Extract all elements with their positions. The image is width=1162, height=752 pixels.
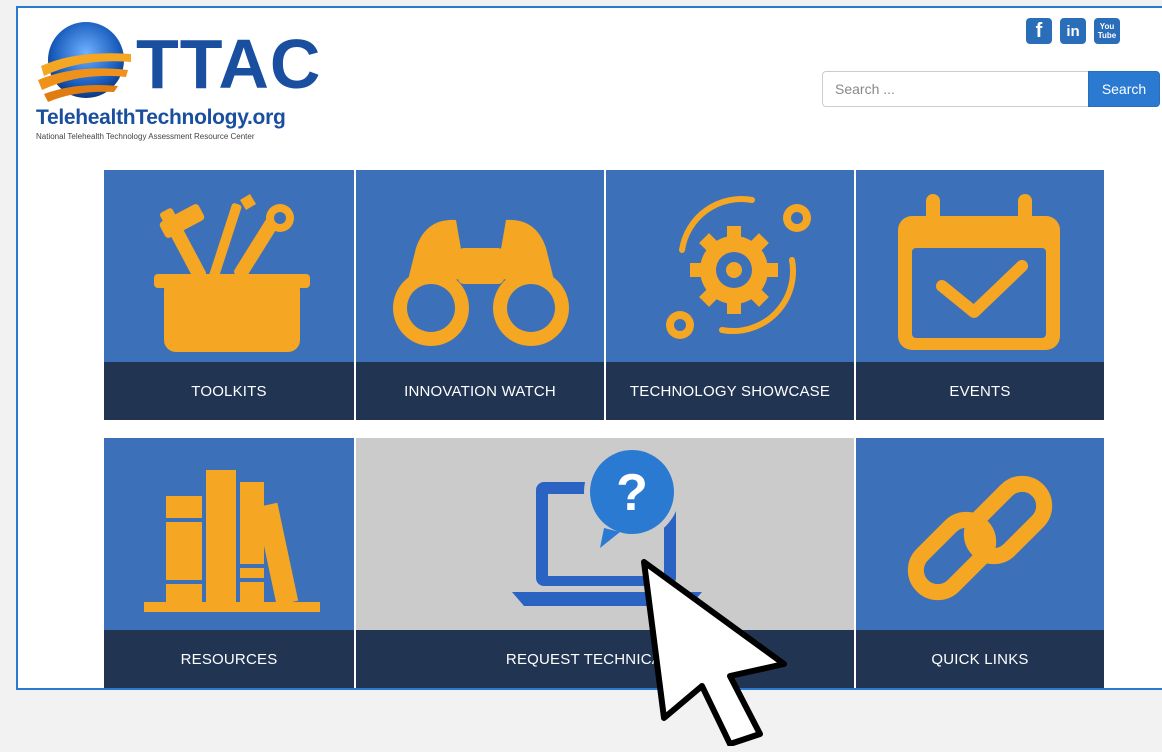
tile-technology-showcase[interactable]: TECHNOLOGY SHOWCASE <box>606 170 854 420</box>
search-button[interactable]: Search <box>1088 71 1160 107</box>
svg-text:?: ? <box>616 464 648 522</box>
gears-icon <box>666 196 811 339</box>
linkedin-icon[interactable]: in <box>1060 18 1086 44</box>
facebook-icon[interactable]: f <box>1026 18 1052 44</box>
globe-logo-icon <box>38 22 131 102</box>
site-logo[interactable]: TTAC TelehealthTechnology.org National T… <box>36 20 320 148</box>
chain-link-icon <box>907 475 1053 601</box>
mouse-cursor-icon <box>641 559 787 746</box>
tile-events[interactable]: EVENTS <box>856 170 1104 420</box>
tile-quick-links[interactable]: QUICK LINKS <box>856 438 1104 688</box>
youtube-icon-top: You <box>1099 22 1115 31</box>
binoculars-icon <box>393 219 569 346</box>
tile-label: RESOURCES <box>104 630 354 688</box>
search-input[interactable] <box>822 71 1088 107</box>
youtube-icon-bottom: Tube <box>1097 31 1117 40</box>
tile-toolkits[interactable]: TOOLKITS <box>104 170 354 420</box>
tile-resources[interactable]: RESOURCES <box>104 438 354 688</box>
logo-site-name: TelehealthTechnology.org <box>36 106 286 129</box>
search-form: Search <box>822 71 1160 107</box>
tile-label: TECHNOLOGY SHOWCASE <box>606 362 854 420</box>
tile-label: TOOLKITS <box>104 362 354 420</box>
toolbox-icon <box>154 194 310 352</box>
youtube-icon[interactable]: You Tube <box>1094 18 1120 44</box>
page-frame: TTAC TelehealthTechnology.org National T… <box>16 6 1162 690</box>
tile-label: INNOVATION WATCH <box>356 362 604 420</box>
logo-title: TTAC <box>136 25 322 103</box>
tile-label: EVENTS <box>856 362 1104 420</box>
calendar-check-icon <box>898 194 1060 350</box>
tile-innovation-watch[interactable]: INNOVATION WATCH <box>356 170 604 420</box>
books-icon <box>144 470 320 612</box>
social-links: f in You Tube <box>1026 18 1120 44</box>
logo-tagline: National Telehealth Technology Assessmen… <box>36 132 255 141</box>
tile-label: QUICK LINKS <box>856 630 1104 688</box>
